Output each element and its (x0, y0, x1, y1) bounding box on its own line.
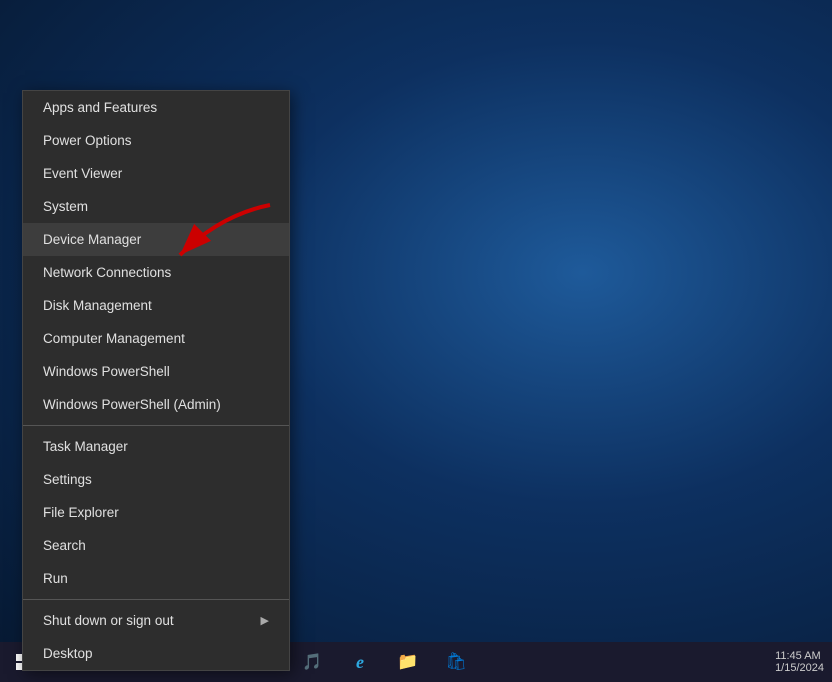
music-icon: 🎵 (302, 652, 322, 672)
menu-item-apps-features[interactable]: Apps and Features (23, 91, 289, 124)
context-menu: Apps and Features Power Options Event Vi… (22, 90, 290, 671)
taskbar-store-button[interactable]: 🛍 (432, 642, 480, 682)
system-tray: 11:45 AM1/15/2024 (775, 650, 832, 674)
menu-item-power-options[interactable]: Power Options (23, 124, 289, 157)
taskbar-fileexplorer-button[interactable]: 📁 (384, 642, 432, 682)
menu-item-settings[interactable]: Settings (23, 463, 289, 496)
taskbar-edge-button[interactable]: e (336, 642, 384, 682)
menu-item-event-viewer[interactable]: Event Viewer (23, 157, 289, 190)
menu-item-network-connections[interactable]: Network Connections (23, 256, 289, 289)
menu-item-task-manager[interactable]: Task Manager (23, 430, 289, 463)
menu-item-desktop[interactable]: Desktop (23, 637, 289, 670)
menu-item-shut-down[interactable]: Shut down or sign out ▶ (23, 604, 289, 637)
clock: 11:45 AM1/15/2024 (775, 650, 824, 674)
menu-item-system[interactable]: System (23, 190, 289, 223)
menu-item-windows-powershell[interactable]: Windows PowerShell (23, 355, 289, 388)
menu-divider-2 (23, 599, 289, 600)
menu-item-search[interactable]: Search (23, 529, 289, 562)
edge-icon: e (356, 652, 364, 673)
folder-icon: 📁 (397, 652, 418, 672)
menu-item-device-manager[interactable]: Device Manager (23, 223, 289, 256)
menu-item-computer-management[interactable]: Computer Management (23, 322, 289, 355)
menu-item-windows-powershell-admin[interactable]: Windows PowerShell (Admin) (23, 388, 289, 421)
menu-item-run[interactable]: Run (23, 562, 289, 595)
desktop: Apps and Features Power Options Event Vi… (0, 0, 832, 682)
taskbar-music-button[interactable]: 🎵 (288, 642, 336, 682)
menu-divider-1 (23, 425, 289, 426)
submenu-arrow-icon: ▶ (261, 614, 269, 627)
menu-item-file-explorer[interactable]: File Explorer (23, 496, 289, 529)
store-icon: 🛍 (445, 652, 467, 672)
menu-item-disk-management[interactable]: Disk Management (23, 289, 289, 322)
